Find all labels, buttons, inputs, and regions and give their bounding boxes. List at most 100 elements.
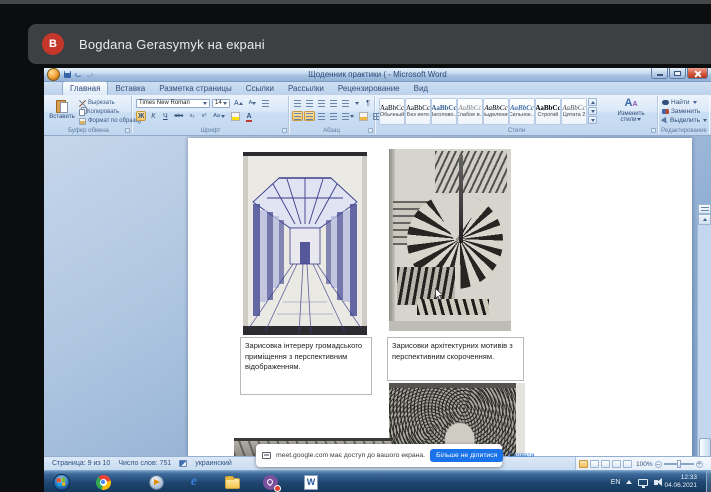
language-switcher[interactable]: EN bbox=[611, 479, 621, 486]
scroll-up-button[interactable] bbox=[698, 214, 711, 225]
zoom-slider[interactable] bbox=[663, 460, 694, 468]
superscript-button[interactable]: x² bbox=[199, 111, 209, 121]
taskbar-clock[interactable]: 12:33 04.06.2021 bbox=[664, 474, 697, 490]
show-marks-button[interactable]: ¶ bbox=[363, 98, 373, 108]
zoom-in-button[interactable]: + bbox=[695, 460, 703, 468]
tab-glavnaya[interactable]: Главная bbox=[62, 81, 109, 95]
ruler-toggle-button[interactable] bbox=[698, 204, 711, 214]
justify-button[interactable] bbox=[328, 111, 339, 121]
taskbar-internet-explorer[interactable]: e bbox=[185, 473, 203, 491]
taskbar-viber[interactable] bbox=[261, 473, 281, 492]
select-button[interactable]: Выделить bbox=[660, 116, 707, 125]
stop-sharing-button[interactable]: Більше не ділитися bbox=[430, 449, 504, 462]
close-button[interactable] bbox=[687, 68, 708, 79]
shrink-font-button[interactable]: А bbox=[247, 98, 259, 108]
numbering-button[interactable] bbox=[304, 98, 315, 108]
styles-dialog-launcher[interactable] bbox=[651, 128, 656, 133]
style-heading[interactable]: АаBbСс Заголово... bbox=[431, 98, 457, 125]
increase-indent-button[interactable] bbox=[340, 98, 351, 108]
draft-view-button[interactable] bbox=[623, 460, 632, 468]
replace-button[interactable]: Заменить bbox=[662, 107, 707, 116]
font-size-combo[interactable]: 14 bbox=[212, 98, 230, 108]
print-layout-view-button[interactable] bbox=[579, 460, 588, 468]
shading-button[interactable] bbox=[357, 111, 370, 121]
vertical-scrollbar[interactable] bbox=[697, 204, 711, 456]
minimize-button[interactable] bbox=[651, 68, 668, 79]
tab-ssylki[interactable]: Ссылки bbox=[239, 82, 281, 95]
change-case-button[interactable]: Аа bbox=[211, 111, 227, 121]
caption-left[interactable]: Зарисовка інтереру громадського приміщен… bbox=[240, 337, 372, 395]
font-name-combo[interactable]: Times New Roman bbox=[136, 98, 210, 108]
taskbar-media-player[interactable] bbox=[147, 473, 165, 491]
maximize-button[interactable] bbox=[669, 68, 686, 79]
subscript-button[interactable]: x₂ bbox=[187, 111, 197, 121]
align-right-button[interactable] bbox=[316, 111, 327, 121]
style-emphasis[interactable]: АаBbСсВыделение bbox=[483, 98, 509, 125]
style-strict[interactable]: АаBbСс Строгий bbox=[535, 98, 561, 125]
tab-recenzirovanie[interactable]: Рецензирование bbox=[331, 82, 407, 95]
zoom-level[interactable]: 100% bbox=[636, 461, 653, 468]
font-dialog-launcher[interactable] bbox=[282, 128, 287, 133]
taskbar-word[interactable]: W bbox=[302, 473, 320, 491]
photo-staircase-drawing[interactable] bbox=[389, 149, 511, 331]
start-button[interactable] bbox=[52, 473, 70, 491]
styles-scroll-down[interactable] bbox=[588, 107, 597, 115]
document-page[interactable]: Зарисовка інтереру громадського приміщен… bbox=[188, 138, 692, 456]
paragraph-dialog-launcher[interactable] bbox=[368, 128, 373, 133]
photo-interior-drawing[interactable] bbox=[243, 152, 367, 335]
multilevel-list-button[interactable] bbox=[316, 98, 327, 108]
style-strong[interactable]: АаBbСс Сильное... bbox=[509, 98, 535, 125]
grow-font-button[interactable]: А bbox=[232, 98, 245, 108]
style-normal[interactable]: АаBbСс Обычный bbox=[379, 98, 405, 125]
save-icon[interactable] bbox=[64, 71, 71, 78]
clear-formatting-button[interactable] bbox=[260, 98, 271, 108]
change-styles-button[interactable]: АА Изменить стили bbox=[615, 97, 647, 123]
line-spacing-button[interactable] bbox=[340, 111, 356, 121]
folder-icon bbox=[224, 476, 240, 489]
bold-button[interactable]: Ж bbox=[136, 111, 147, 121]
bullets-button[interactable] bbox=[292, 98, 303, 108]
fullscreen-view-button[interactable] bbox=[590, 460, 599, 468]
taskbar-chrome[interactable] bbox=[94, 473, 112, 491]
zoom-out-button[interactable]: – bbox=[654, 460, 662, 468]
clipboard-dialog-launcher[interactable] bbox=[125, 128, 130, 133]
undo-icon[interactable] bbox=[75, 72, 82, 77]
scrollbar-thumb[interactable] bbox=[699, 438, 711, 456]
zoom-slider-knob[interactable] bbox=[676, 460, 681, 468]
tab-rassylki[interactable]: Рассылки bbox=[281, 82, 331, 95]
tab-razmetka[interactable]: Разметка страницы bbox=[152, 82, 239, 95]
find-button[interactable]: Найти bbox=[662, 98, 707, 107]
styles-scroll-up[interactable] bbox=[588, 98, 597, 106]
show-desktop-button[interactable] bbox=[706, 471, 711, 492]
decrease-indent-button[interactable] bbox=[328, 98, 339, 108]
language-indicator[interactable]: украинский bbox=[195, 460, 232, 467]
align-left-button[interactable] bbox=[292, 111, 303, 121]
outline-view-button[interactable] bbox=[612, 460, 621, 468]
sort-button[interactable] bbox=[352, 98, 362, 108]
page-indicator[interactable]: Страница: 9 из 10 bbox=[52, 460, 110, 467]
highlight-button[interactable] bbox=[229, 111, 242, 121]
strikethrough-button[interactable]: abc bbox=[172, 111, 185, 121]
paste-button[interactable]: Вставить bbox=[49, 98, 75, 127]
italic-button[interactable]: К bbox=[148, 111, 158, 121]
office-button-icon[interactable] bbox=[47, 68, 60, 81]
style-no-spacing[interactable]: АаBbСс1 Без инте... bbox=[405, 98, 431, 125]
tab-vid[interactable]: Вид bbox=[407, 82, 435, 95]
redo-icon[interactable] bbox=[86, 72, 93, 77]
align-center-button[interactable] bbox=[304, 111, 315, 121]
volume-icon[interactable] bbox=[654, 477, 663, 486]
underline-button[interactable]: Ч bbox=[160, 111, 170, 121]
web-view-button[interactable] bbox=[601, 460, 610, 468]
spellcheck-icon[interactable] bbox=[179, 460, 188, 467]
taskbar-explorer[interactable] bbox=[223, 473, 241, 491]
network-icon[interactable] bbox=[638, 478, 649, 488]
font-color-button[interactable]: А bbox=[244, 111, 254, 122]
tray-expand-icon[interactable] bbox=[626, 480, 633, 484]
caption-right[interactable]: Зарисовки архітектурних мотивів з перспе… bbox=[387, 337, 524, 381]
word-count[interactable]: Число слов: 751 bbox=[118, 460, 171, 467]
style-quote2[interactable]: АаBbСс Цитата 2 bbox=[561, 98, 587, 125]
styles-more[interactable] bbox=[588, 116, 597, 124]
hide-notification-link[interactable]: Сховати bbox=[508, 452, 534, 459]
tab-vstavka[interactable]: Вставка bbox=[108, 82, 152, 95]
style-subtle[interactable]: АаBbСс Слабое в... bbox=[457, 98, 483, 125]
